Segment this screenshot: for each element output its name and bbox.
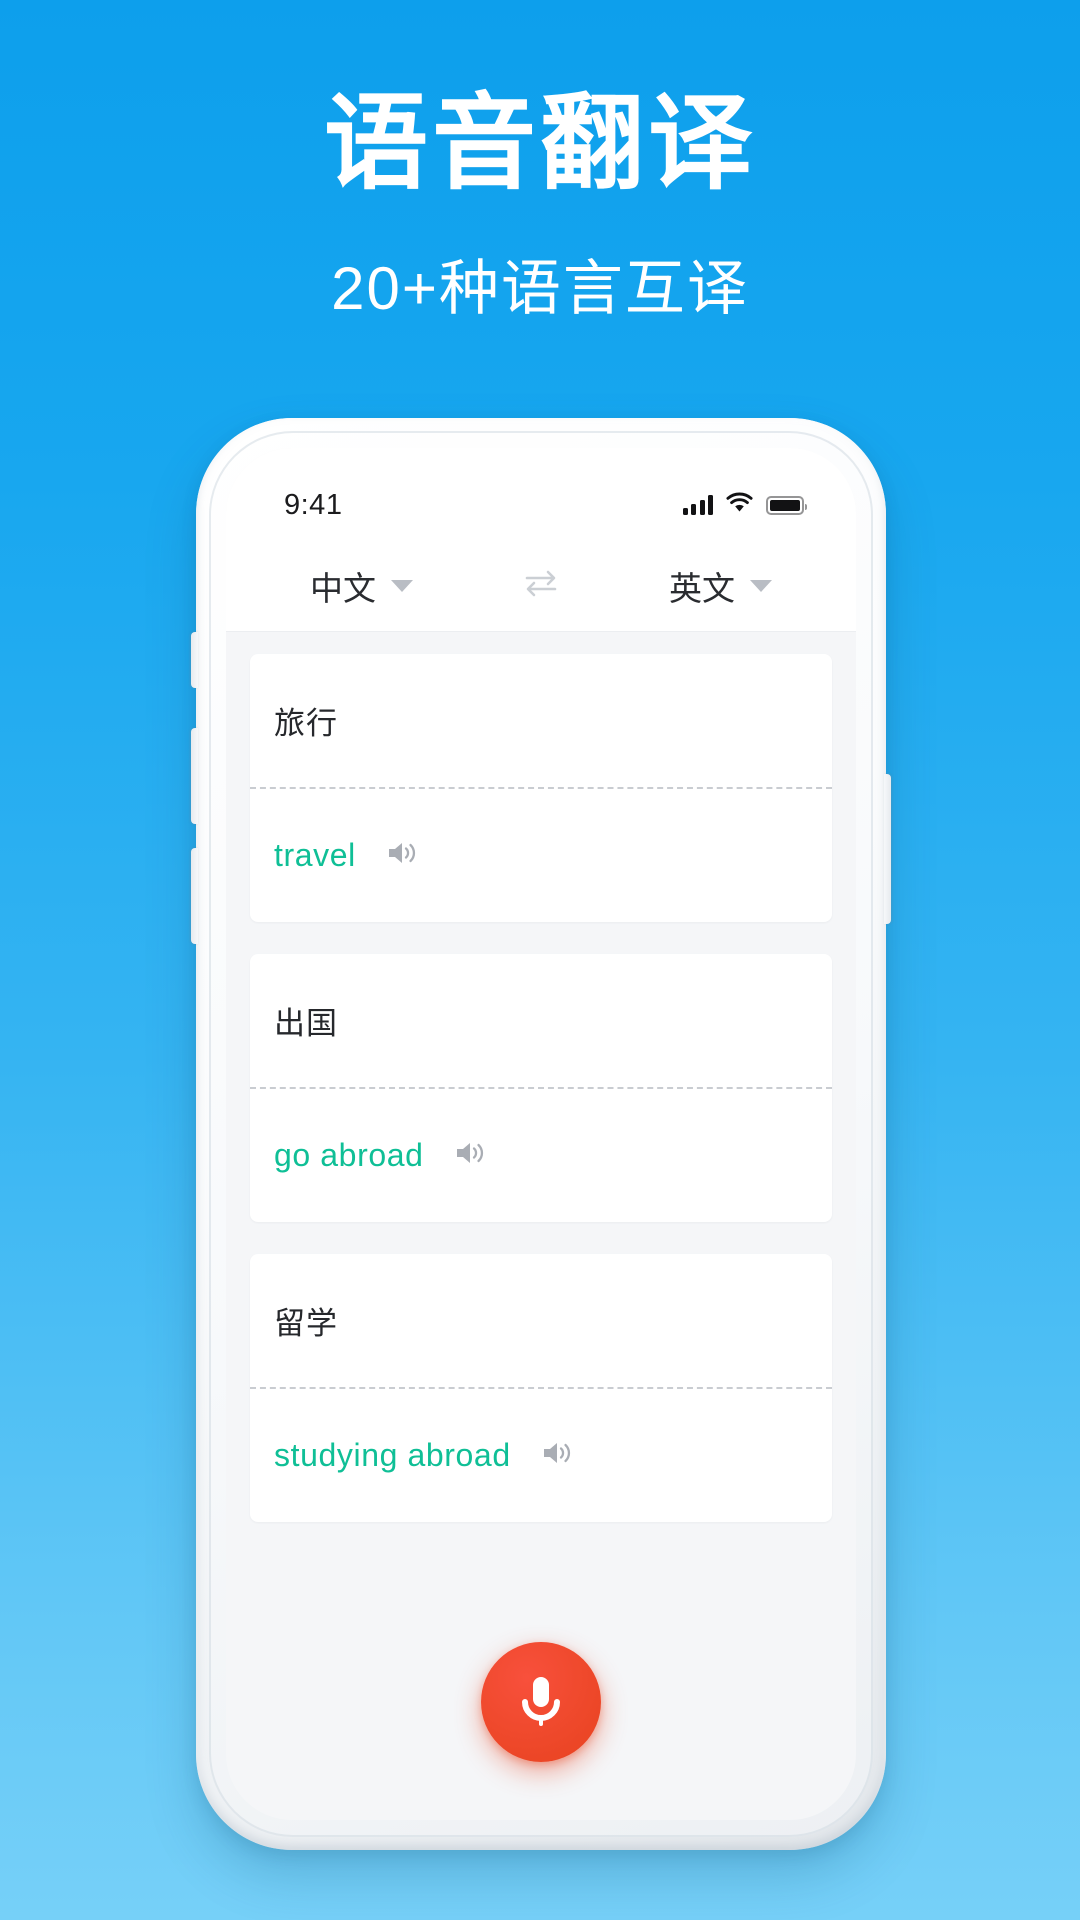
- translation-card[interactable]: 出国 go abroad: [250, 954, 832, 1222]
- target-language-label: 英文: [669, 569, 735, 607]
- swap-languages-button[interactable]: [522, 568, 560, 603]
- mic-button-container: [226, 1642, 856, 1762]
- silent-switch-button[interactable]: [191, 632, 198, 688]
- record-microphone-button[interactable]: [481, 1642, 601, 1762]
- source-text: 留学: [274, 1306, 338, 1341]
- battery-full-icon: [766, 495, 807, 515]
- translation-card-list: 旅行 travel 出国 go abroad 留学 studying abroa…: [226, 632, 856, 1522]
- translation-card[interactable]: 留学 studying abroad: [250, 1254, 832, 1522]
- language-selector-bar: 中文 英文: [226, 540, 856, 632]
- signal-bars-icon: [682, 495, 713, 515]
- target-text: studying abroad: [274, 1437, 511, 1473]
- target-language-selector[interactable]: 英文: [669, 562, 772, 610]
- status-time: 9:41: [284, 488, 343, 521]
- source-text: 出国: [274, 1006, 338, 1041]
- phone-screen: 9:41 中文 英文 旅行 travel 出国 go abroad 留学 stu…: [226, 448, 856, 1820]
- status-icons: [682, 492, 807, 518]
- speaker-icon[interactable]: [386, 838, 420, 873]
- page-subtitle: 20+种语言互译: [331, 255, 749, 323]
- chevron-down-icon: [391, 579, 413, 592]
- source-text: 旅行: [274, 706, 338, 741]
- target-row: studying abroad: [250, 1389, 832, 1522]
- wifi-icon: [726, 492, 753, 518]
- chevron-down-icon: [750, 579, 772, 592]
- volume-down-button[interactable]: [191, 848, 198, 944]
- speaker-icon[interactable]: [541, 1438, 575, 1473]
- source-row: 旅行: [250, 654, 832, 787]
- power-button[interactable]: [884, 774, 891, 924]
- hero-banner: 语音翻译 20+种语言互译: [0, 0, 1080, 323]
- source-row: 出国: [250, 954, 832, 1087]
- source-language-label: 中文: [310, 569, 376, 607]
- translation-card[interactable]: 旅行 travel: [250, 654, 832, 922]
- speaker-icon[interactable]: [454, 1138, 488, 1173]
- source-row: 留学: [250, 1254, 832, 1387]
- target-text: travel: [274, 837, 356, 873]
- phone-mockup: 9:41 中文 英文 旅行 travel 出国 go abroad 留学 stu…: [191, 418, 891, 1850]
- target-row: go abroad: [250, 1089, 832, 1222]
- status-bar: 9:41: [226, 448, 856, 540]
- target-row: travel: [250, 789, 832, 922]
- microphone-icon: [522, 1677, 560, 1726]
- page-title: 语音翻译: [323, 86, 756, 202]
- target-text: go abroad: [274, 1137, 424, 1173]
- source-language-selector[interactable]: 中文: [310, 562, 413, 610]
- volume-up-button[interactable]: [191, 728, 198, 824]
